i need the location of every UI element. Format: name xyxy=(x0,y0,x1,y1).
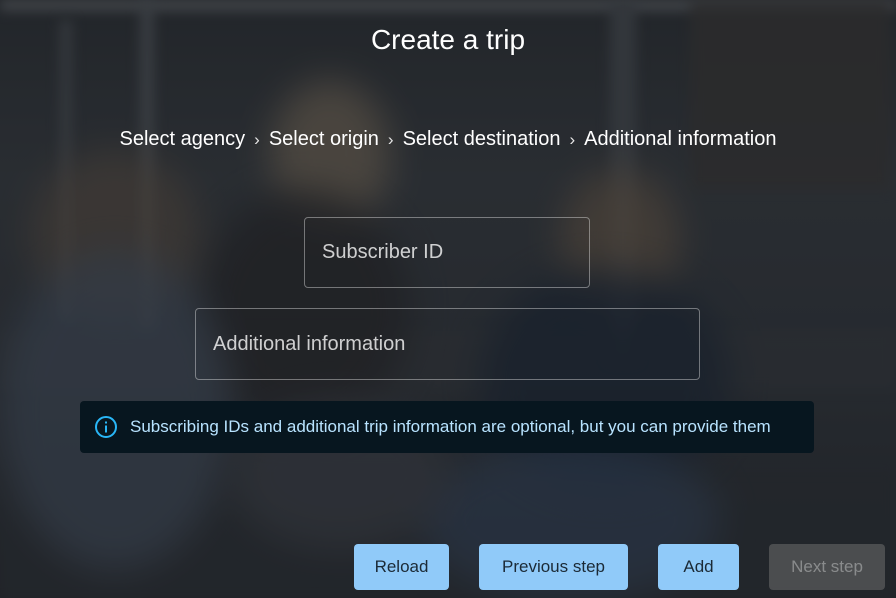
reload-button[interactable]: Reload xyxy=(354,544,449,590)
next-step-button[interactable]: Next step xyxy=(769,544,885,590)
breadcrumb-step-additional-information[interactable]: Additional information xyxy=(584,128,776,150)
breadcrumb-step-origin[interactable]: Select origin xyxy=(269,128,379,150)
info-icon xyxy=(95,416,117,438)
breadcrumb-step-destination[interactable]: Select destination xyxy=(403,128,561,150)
additional-information-input[interactable] xyxy=(195,308,700,380)
info-alert: Subscribing IDs and additional trip info… xyxy=(80,401,814,453)
info-alert-text: Subscribing IDs and additional trip info… xyxy=(130,417,771,436)
breadcrumb-separator: › xyxy=(569,130,576,149)
breadcrumb-separator: › xyxy=(254,130,260,149)
page-title: Create a trip xyxy=(370,24,526,55)
breadcrumb: Select agency › Select origin › Select desti… xyxy=(0,128,896,151)
background-overlay xyxy=(0,0,896,598)
breadcrumb-step-agency[interactable]: Select agency xyxy=(120,128,246,150)
previous-step-button[interactable]: Previous step xyxy=(479,544,628,590)
add-button[interactable]: Add xyxy=(658,544,739,590)
subscriber-id-input[interactable] xyxy=(304,217,590,288)
breadcrumb-separator: › xyxy=(387,130,394,149)
